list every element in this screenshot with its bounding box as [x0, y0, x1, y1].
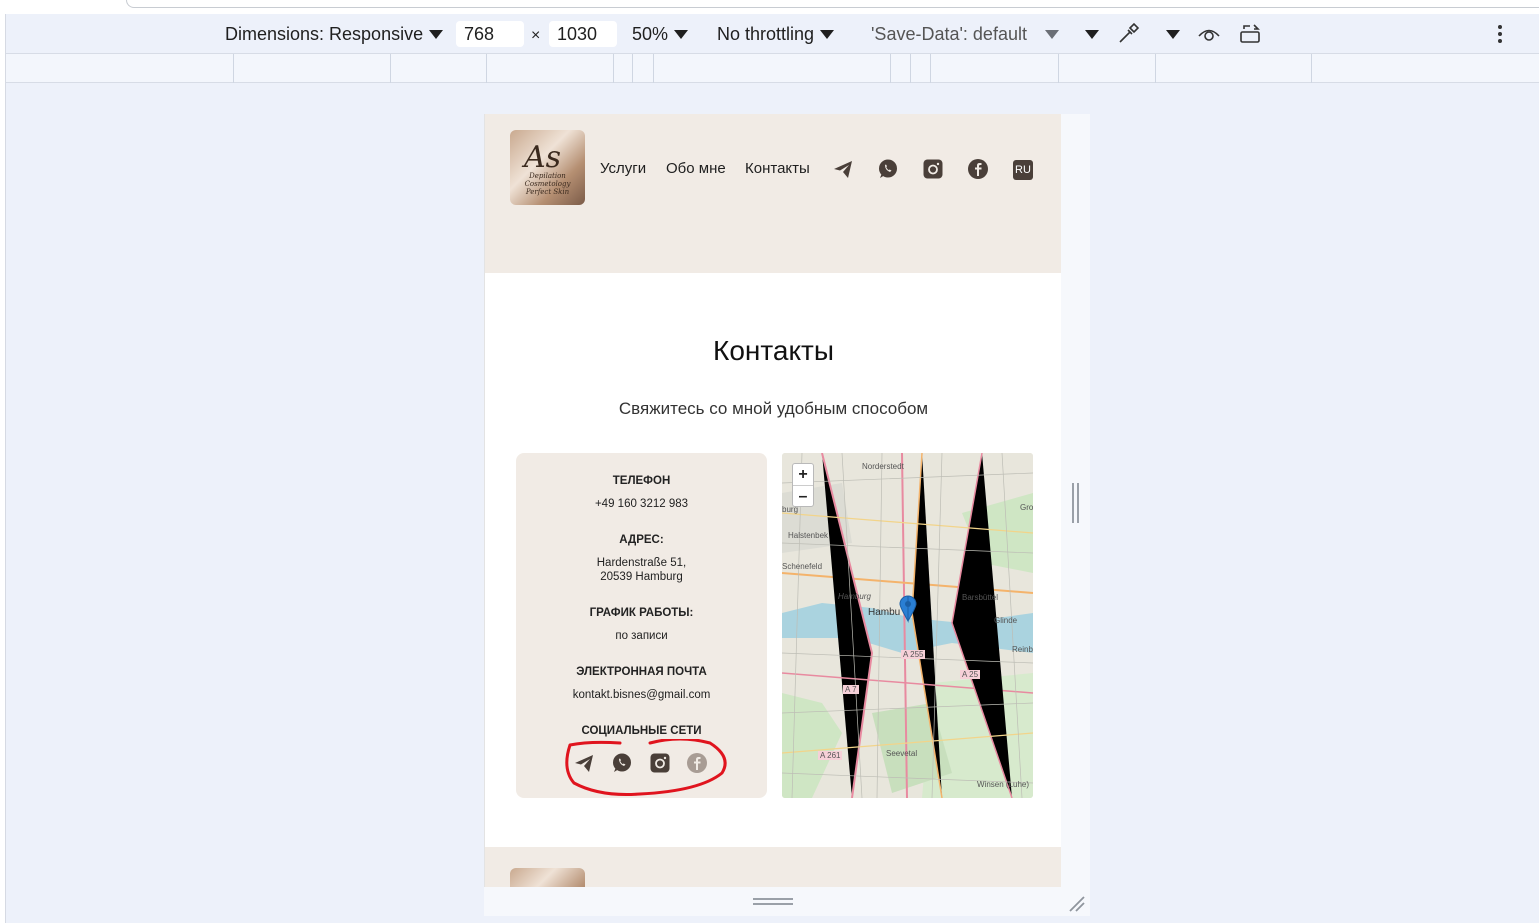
height-input[interactable]: 1030	[549, 21, 617, 47]
media-query-ruler[interactable]	[6, 54, 1539, 83]
hours-label: ГРАФИК РАБОТЫ:	[589, 607, 694, 619]
map-label: A 261	[818, 751, 843, 760]
chevron-down-icon	[674, 29, 689, 39]
save-data-dropdown[interactable]: 'Save-Data': default	[871, 22, 1059, 46]
map-label: Hambu	[868, 607, 901, 618]
more-options-dropdown[interactable]	[1079, 22, 1099, 46]
zoom-out-button[interactable]: –	[793, 485, 813, 506]
map-label: A 7	[843, 685, 859, 694]
page-title: Контакты	[713, 335, 834, 366]
zoom-in-button[interactable]: +	[793, 464, 813, 485]
dimensions-label: Dimensions: Responsive	[225, 24, 424, 44]
logo-tagline: Depilation Cosmetology Perfect Skin	[524, 172, 571, 196]
chevron-down-icon	[1044, 29, 1059, 39]
address-label: АДРЕС:	[619, 534, 664, 546]
phone-value[interactable]: +49 160 3212 983	[516, 497, 767, 511]
devtools-device-mode: Dimensions: Responsive 768 × 1030 50% No…	[5, 14, 1539, 923]
web-page: As Depilation Cosmetology Perfect Skin У…	[484, 114, 1061, 887]
browser-top-strip	[0, 0, 1539, 14]
map-label: A 25	[960, 670, 981, 679]
location-map[interactable]: + – Norderstedt Halstenbek Schenefeld Ha…	[782, 453, 1033, 798]
resize-handle-right[interactable]	[1072, 483, 1080, 523]
map-label: Halstenbek	[788, 531, 829, 540]
red-highlight-circle-annotation	[565, 739, 727, 796]
map-label: Hamburg	[838, 592, 871, 601]
device-toolbar: Dimensions: Responsive 768 × 1030 50% No…	[6, 14, 1539, 54]
contacts-card: ТЕЛЕФОН +49 160 3212 983 АДРЕС: Hardenst…	[516, 453, 767, 798]
nav-link-contacts[interactable]: Контакты	[745, 159, 810, 179]
map-zoom-control: + –	[792, 463, 814, 507]
phone-label: ТЕЛЕФОН	[612, 475, 671, 487]
hours-value: по записи	[615, 630, 668, 642]
map-label: Winsen (Luhe)	[977, 780, 1030, 789]
site-header: As Depilation Cosmetology Perfect Skin У…	[485, 114, 1061, 273]
map-label: Seevetal	[886, 749, 918, 758]
save-data-label: 'Save-Data': default	[871, 24, 1027, 44]
kebab-menu-icon[interactable]	[1496, 23, 1504, 45]
resize-handle-bottom[interactable]	[753, 898, 793, 906]
times-label: ×	[531, 27, 541, 44]
address-line-1: Hardenstraße 51,	[596, 557, 687, 569]
zoom-label: 50%	[632, 24, 669, 44]
chevron-down-icon	[820, 29, 835, 39]
logo-monogram: As	[524, 140, 562, 175]
site-footer	[485, 847, 1061, 887]
eyedropper-icon[interactable]	[1116, 22, 1140, 46]
map-label: Gro	[1020, 503, 1033, 512]
map-label: A 255	[901, 650, 926, 659]
nav-link-services[interactable]: Услуги	[600, 159, 646, 179]
chevron-down-icon	[429, 29, 444, 39]
site-logo[interactable]: As Depilation Cosmetology Perfect Skin	[510, 130, 585, 205]
map-tiles	[782, 453, 1033, 798]
map-label: Schenefeld	[782, 562, 823, 571]
footer-logo[interactable]	[510, 868, 585, 887]
vision-deficiency-eye-icon[interactable]	[1197, 23, 1221, 45]
chevron-down-icon	[1166, 29, 1180, 39]
email-value[interactable]: kontakt.bisnes@gmail.com	[516, 688, 767, 702]
rotate-device-icon[interactable]	[1238, 23, 1264, 45]
facebook-icon[interactable]	[967, 158, 989, 180]
page-subtitle: Свяжитесь со мной удобным способом	[618, 399, 929, 418]
whatsapp-icon[interactable]	[877, 158, 899, 180]
throttling-label: No throttling	[717, 24, 815, 44]
width-input[interactable]: 768	[456, 21, 524, 47]
map-label: Norderstedt	[862, 462, 904, 471]
resize-corner-icon[interactable]	[1066, 893, 1086, 913]
email-label: ЭЛЕКТРОННАЯ ПОЧТА	[576, 666, 707, 678]
device-viewport: As Depilation Cosmetology Perfect Skin У…	[484, 114, 1090, 916]
zoom-dropdown[interactable]: 50%	[632, 22, 689, 46]
map-label: burg	[782, 505, 799, 514]
language-switcher[interactable]: RU	[1013, 160, 1033, 180]
telegram-icon[interactable]	[832, 158, 854, 180]
throttling-dropdown[interactable]: No throttling	[717, 22, 835, 46]
tab-edge	[126, 0, 1539, 8]
instagram-icon[interactable]	[922, 158, 944, 180]
dimensions-dropdown[interactable]: Dimensions: Responsive	[225, 22, 444, 46]
social-label: СОЦИАЛЬНЫЕ СЕТИ	[581, 725, 702, 737]
address-line-2: 20539 Hamburg	[600, 571, 683, 583]
map-label: Reinb	[1012, 645, 1033, 654]
map-label: Glinde	[994, 616, 1018, 625]
chevron-down-icon	[1085, 29, 1099, 39]
nav-link-about[interactable]: Обо мне	[666, 159, 726, 179]
map-label: Barsbüttel	[962, 593, 999, 602]
eyedropper-dropdown[interactable]	[1160, 22, 1180, 46]
